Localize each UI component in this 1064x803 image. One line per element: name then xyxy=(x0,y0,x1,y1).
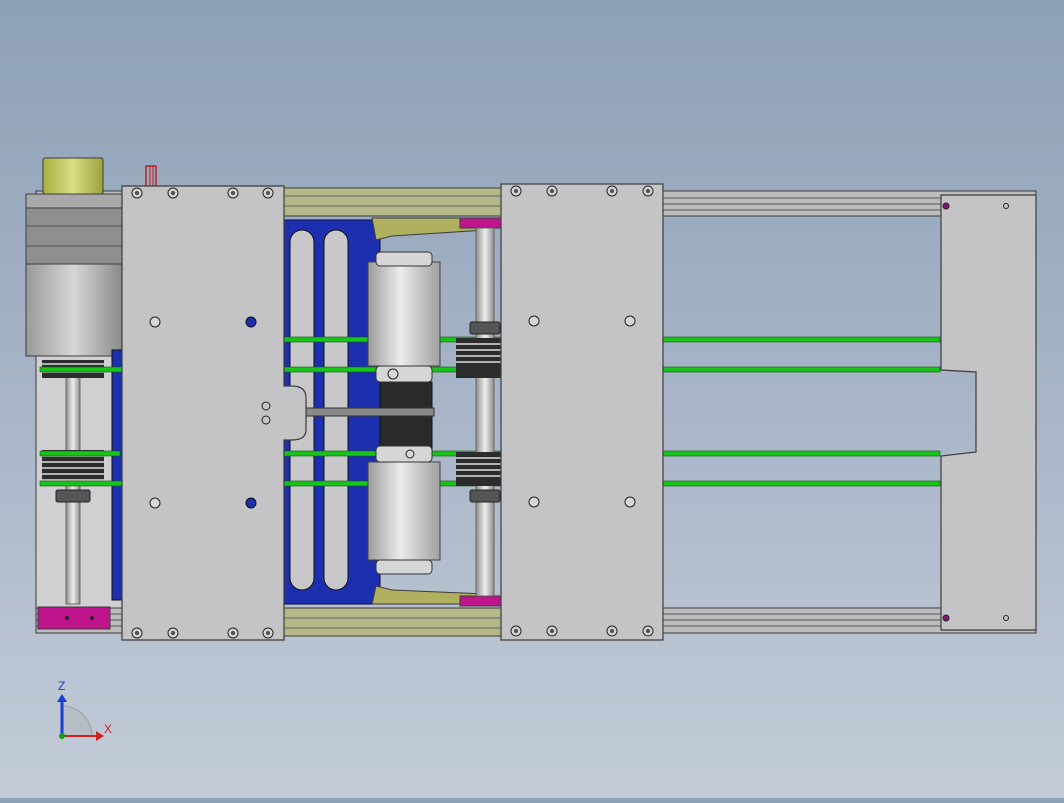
bolt-socket xyxy=(513,188,519,194)
bolt-socket xyxy=(170,190,176,196)
bolt-socket xyxy=(609,188,615,194)
motor-body xyxy=(25,263,123,357)
z-axis-label: Z xyxy=(58,679,65,693)
bolt-socket xyxy=(609,628,615,634)
y-axis-dot xyxy=(59,733,65,739)
motor-connector xyxy=(145,165,157,189)
roller-core xyxy=(379,381,433,453)
bottom-clamp xyxy=(459,595,503,607)
cad-model-drawing: Z X xyxy=(25,157,1037,741)
cad-viewport[interactable]: Z X xyxy=(0,0,1064,798)
bottom-olive-rail xyxy=(283,607,503,637)
mid-pulley-top xyxy=(456,321,502,378)
bolt-socket xyxy=(134,190,140,196)
bolt-socket xyxy=(265,190,271,196)
motor-gearbox xyxy=(42,157,104,195)
roller xyxy=(367,461,441,561)
bolt-socket xyxy=(549,188,555,194)
coordinate-triad: Z X xyxy=(57,679,112,741)
carriage-plate-left xyxy=(121,185,307,641)
bolt-socket xyxy=(645,188,651,194)
bolt-socket xyxy=(265,630,271,636)
mid-shaft xyxy=(475,227,495,597)
bolt-socket xyxy=(645,628,651,634)
left-end-frame xyxy=(35,355,123,630)
bolt-socket xyxy=(513,628,519,634)
bolt-socket xyxy=(230,190,236,196)
x-axis-label: X xyxy=(104,722,112,736)
carriage-plate-middle xyxy=(500,183,664,641)
top-clamp xyxy=(459,217,503,229)
mid-pulley-bottom xyxy=(456,452,502,503)
roller xyxy=(367,261,441,367)
bolt-socket xyxy=(230,630,236,636)
top-olive-rail xyxy=(283,187,503,217)
bolt-socket xyxy=(134,630,140,636)
bolt-socket xyxy=(549,628,555,634)
left-end-clamp xyxy=(37,606,111,630)
triad-yz-quadrant xyxy=(61,705,93,737)
bolt-socket xyxy=(170,630,176,636)
end-plate-right xyxy=(940,194,1037,631)
